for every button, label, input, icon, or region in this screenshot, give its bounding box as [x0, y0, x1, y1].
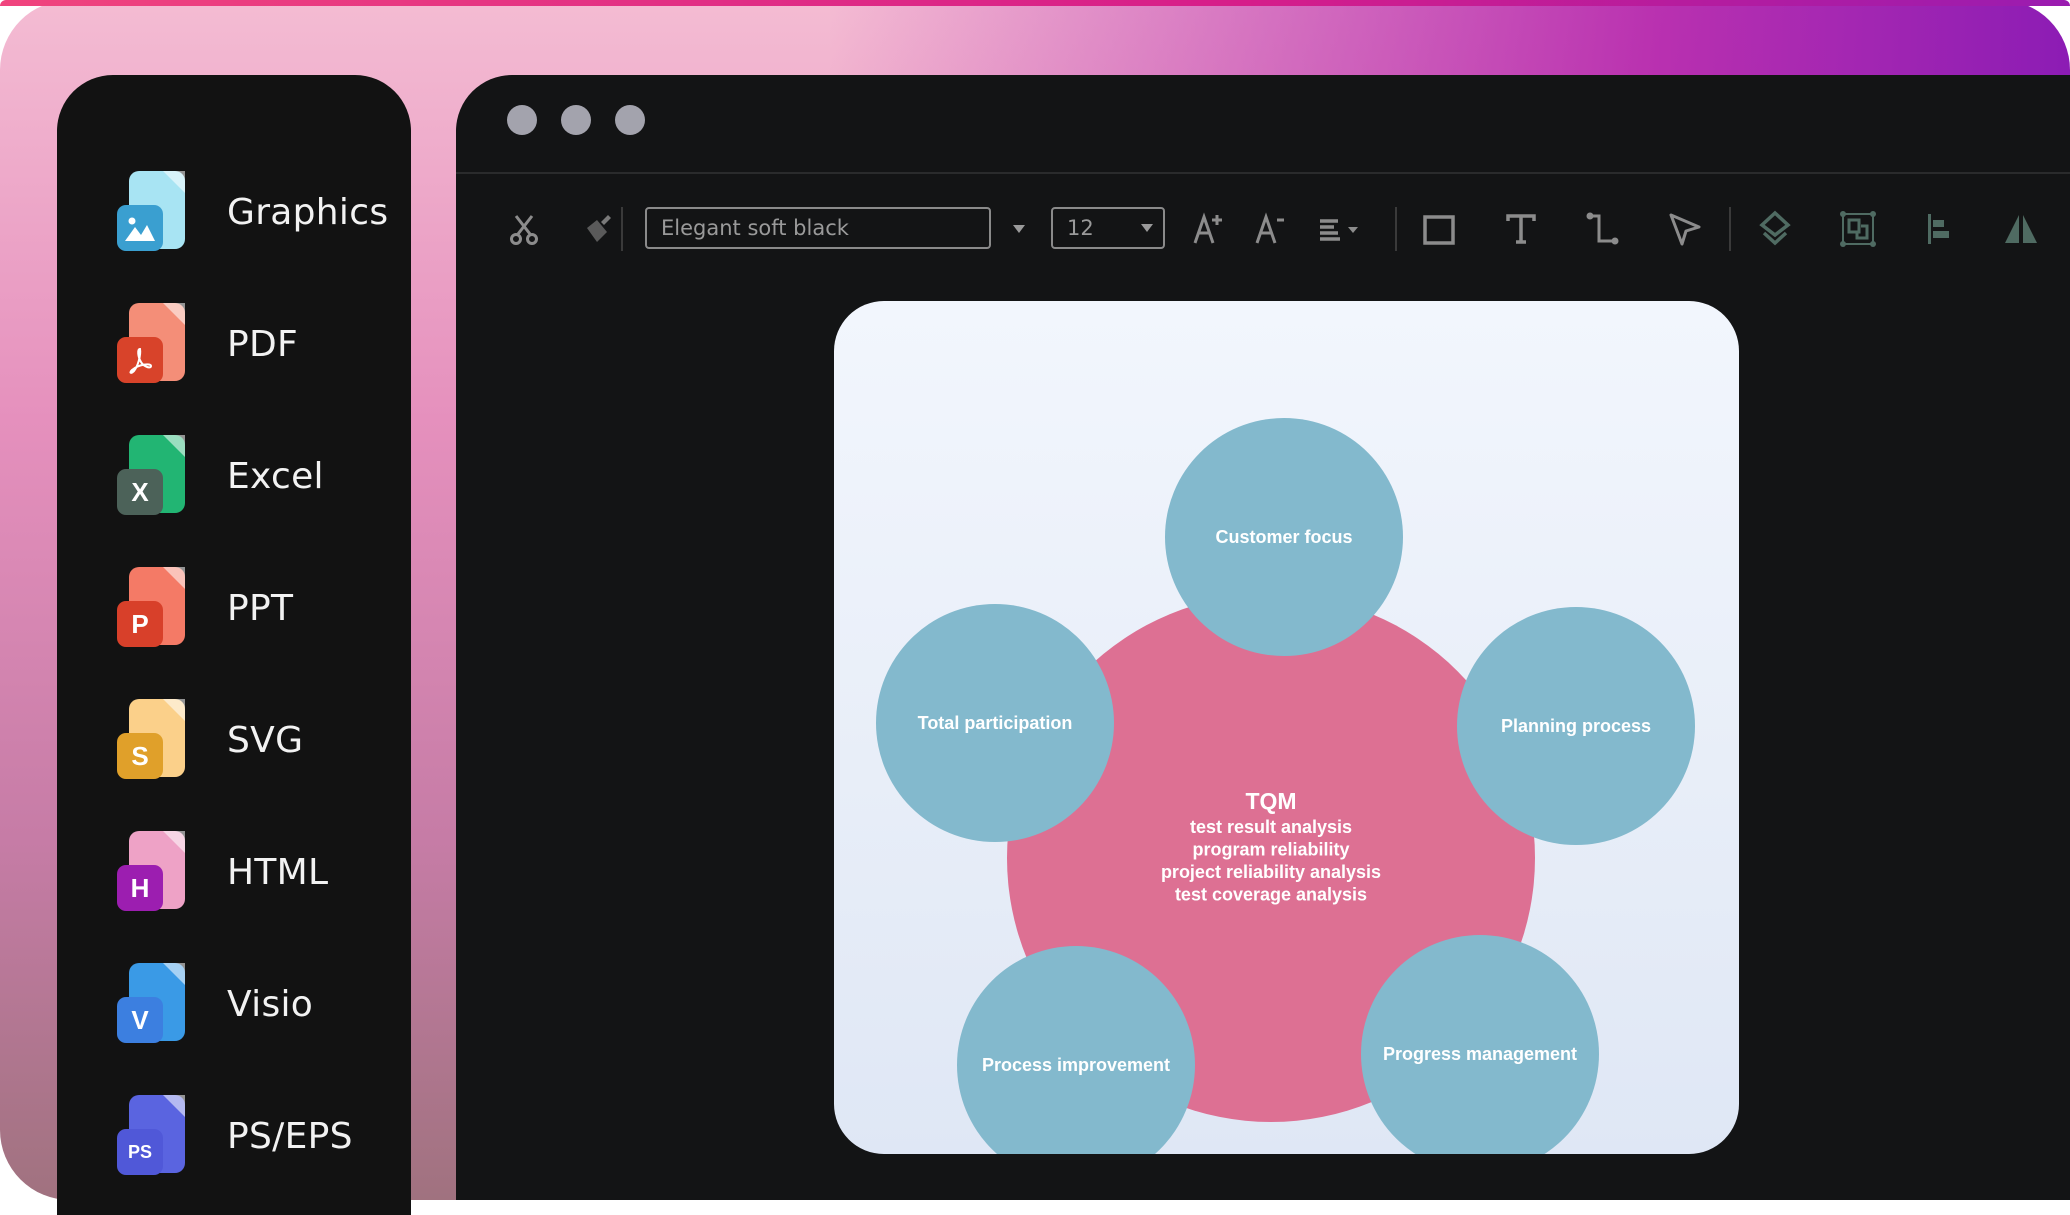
- increase-font-icon: [1193, 212, 1222, 244]
- tqm-detail-line: project reliability analysis: [1161, 862, 1381, 882]
- align-left-icon: [1928, 214, 1949, 244]
- sidebar-item-visio[interactable]: V Visio: [117, 959, 417, 1049]
- node-label: Customer focus: [1215, 527, 1352, 547]
- chevron-down-icon: [1141, 224, 1153, 232]
- increase-font-button[interactable]: [1187, 207, 1231, 251]
- font-name-field[interactable]: Elegant soft black: [645, 207, 991, 249]
- tqm-detail-line: program reliability: [1192, 840, 1349, 860]
- sidebar-item-excel[interactable]: X Excel: [117, 431, 417, 521]
- toolbar-separator: [1729, 207, 1731, 251]
- tqm-title: TQM: [1245, 788, 1296, 814]
- group-icon: [1840, 211, 1876, 247]
- font-name-dropdown[interactable]: [1001, 207, 1037, 251]
- group-button[interactable]: [1836, 207, 1880, 251]
- titlebar-divider: [456, 172, 2070, 174]
- sidebar-item-pdf[interactable]: PDF: [117, 299, 417, 389]
- sidebar-item-label: PS/EPS: [227, 1115, 353, 1157]
- align-icon: [1320, 219, 1358, 241]
- node-label: Process improvement: [982, 1055, 1170, 1075]
- font-size-value: 12: [1067, 216, 1094, 240]
- sidebar-item-label: Graphics: [227, 191, 389, 233]
- tqm-detail-line: test coverage analysis: [1175, 885, 1367, 905]
- tqm-diagram: TQM test result analysis program reliabili…: [876, 418, 1695, 1154]
- text-tool[interactable]: [1499, 207, 1543, 251]
- svg-file-icon: S: [117, 699, 187, 781]
- editor-window: Elegant soft black 12 TQM test result an…: [456, 75, 2070, 1200]
- connector-tool[interactable]: [1581, 207, 1625, 251]
- format-painter-icon: [587, 215, 611, 242]
- node-planning-process[interactable]: Planning process: [1457, 607, 1695, 845]
- ppt-file-icon: P: [117, 567, 187, 649]
- format-painter-button[interactable]: [576, 207, 620, 251]
- pdf-file-icon: [117, 303, 187, 385]
- toolbar: Elegant soft black 12: [456, 203, 2070, 255]
- layers-icon: [1759, 210, 1791, 246]
- align-left-button[interactable]: [1918, 207, 1962, 251]
- sidebar-item-label: PDF: [227, 323, 299, 365]
- toolbar-separator: [1395, 207, 1397, 251]
- font-name-value: Elegant soft black: [661, 216, 849, 240]
- decrease-font-icon: [1255, 212, 1284, 244]
- sidebar-item-ps-eps[interactable]: PS PS/EPS: [117, 1091, 417, 1181]
- visio-file-icon: V: [117, 963, 187, 1045]
- diagram-canvas[interactable]: TQM test result analysis program reliabili…: [834, 301, 1739, 1154]
- layers-button[interactable]: [1753, 207, 1797, 251]
- image-file-icon: [117, 171, 187, 253]
- node-label: Total participation: [918, 713, 1073, 733]
- window-dot-close[interactable]: [507, 105, 537, 135]
- export-format-sidebar: Graphics PDF X Excel P PPT S SVG H HTML V Visio PS PS…: [57, 75, 411, 1215]
- pointer-tool[interactable]: [1663, 207, 1707, 251]
- font-size-field[interactable]: 12: [1051, 207, 1165, 249]
- flip-icon: [2005, 215, 2037, 243]
- sidebar-item-label: HTML: [227, 851, 329, 893]
- rectangle-icon: [1423, 215, 1455, 245]
- sidebar-item-svg[interactable]: S SVG: [117, 695, 417, 785]
- text-align-button[interactable]: [1313, 207, 1369, 251]
- html-file-icon: H: [117, 831, 187, 913]
- node-customer-focus[interactable]: Customer focus: [1165, 418, 1403, 656]
- node-label: Progress management: [1383, 1044, 1577, 1064]
- flip-button[interactable]: [1999, 207, 2043, 251]
- text-icon: [1506, 214, 1536, 244]
- sidebar-item-label: PPT: [227, 587, 294, 629]
- decrease-font-button[interactable]: [1249, 207, 1293, 251]
- sidebar-item-label: Visio: [227, 983, 314, 1025]
- sidebar-item-graphics[interactable]: Graphics: [117, 167, 417, 257]
- chevron-down-icon: [1013, 225, 1025, 233]
- tqm-detail-line: test result analysis: [1190, 817, 1352, 837]
- sidebar-item-ppt[interactable]: P PPT: [117, 563, 417, 653]
- window-dot-maximize[interactable]: [615, 105, 645, 135]
- node-label: Planning process: [1501, 716, 1651, 736]
- window-dot-minimize[interactable]: [561, 105, 591, 135]
- cut-icon: [510, 215, 538, 245]
- pointer-icon: [1669, 213, 1701, 246]
- toolbar-separator: [621, 207, 623, 251]
- ps-eps-file-icon: PS: [117, 1095, 187, 1177]
- sidebar-item-label: Excel: [227, 455, 324, 497]
- cut-button[interactable]: [502, 207, 546, 251]
- excel-file-icon: X: [117, 435, 187, 517]
- sidebar-item-label: SVG: [227, 719, 304, 761]
- sidebar-item-html[interactable]: H HTML: [117, 827, 417, 917]
- rectangle-tool[interactable]: [1417, 207, 1461, 251]
- node-total-participation[interactable]: Total participation: [876, 604, 1114, 842]
- connector-icon: [1586, 212, 1619, 245]
